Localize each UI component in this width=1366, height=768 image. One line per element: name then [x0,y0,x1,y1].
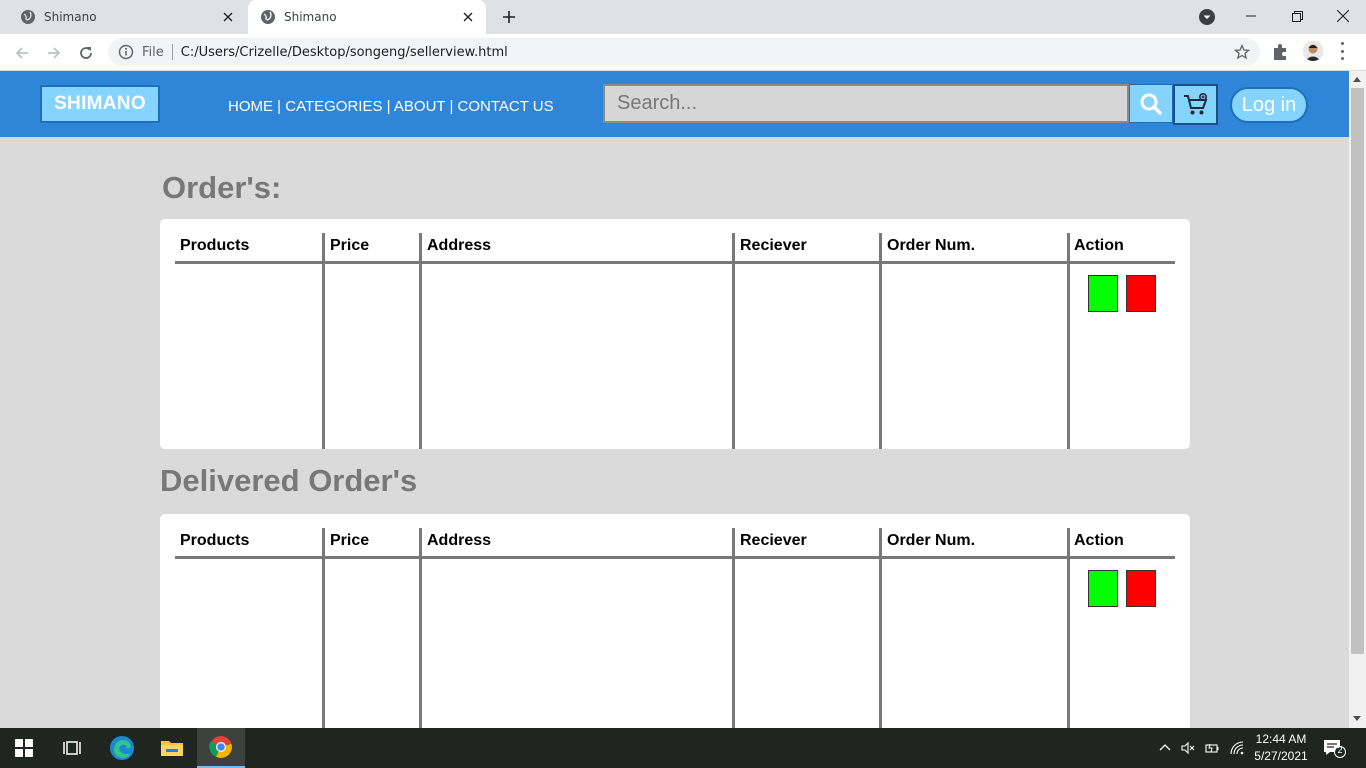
show-hidden-icons-chevron-icon[interactable] [1157,740,1173,756]
taskbar-file-explorer[interactable] [148,728,196,768]
cart-button[interactable] [1173,84,1218,125]
windows-taskbar: 12:44 AM 5/27/2021 2 [0,728,1366,768]
file-scheme-label: File [142,44,164,60]
start-button[interactable] [0,728,48,768]
approve-button[interactable] [1088,275,1118,312]
divider [171,44,173,60]
windows-logo-icon [15,739,33,757]
column-header-receiver: Reciever [740,532,807,549]
info-icon[interactable] [118,44,134,60]
main-nav: HOME | CATEGORIES | ABOUT | CONTACT US [228,98,554,115]
folder-icon [161,741,183,756]
action-center-button[interactable]: 2 [1322,738,1346,758]
browser-tab-2-active[interactable]: Shimano [248,0,486,34]
taskbar-chrome[interactable] [197,728,245,768]
orders-table: Products Price Address Reciever Order Nu… [160,219,1190,449]
chrome-icon [209,736,232,758]
column-divider [879,528,882,728]
nav-link-contact[interactable]: CONTACT US [458,98,554,115]
column-header-receiver: Reciever [740,237,807,254]
tab-title: Shimano [44,10,97,24]
window-close-button[interactable] [1320,0,1366,32]
globe-icon [21,10,35,24]
nav-separator: | [273,98,286,115]
browser-toolbar: File C:/Users/Crizelle/Desktop/songeng/s… [0,34,1366,71]
column-header-address: Address [427,532,492,549]
column-divider [732,528,735,728]
page-scrollbar[interactable] [1349,71,1366,728]
column-divider [419,528,422,728]
extensions-puzzle-icon[interactable] [1270,42,1290,62]
search-input[interactable]: Search... [603,84,1129,123]
shopping-cart-icon [1183,92,1207,114]
back-button[interactable] [9,40,35,66]
column-header-order-num: Order Num. [887,532,976,549]
browser-tab-1[interactable]: Shimano [8,0,246,34]
site-logo[interactable]: SHIMANO [40,85,160,123]
address-bar[interactable]: File C:/Users/Crizelle/Desktop/songeng/s… [108,38,1260,66]
column-divider [1067,528,1070,728]
column-header-address: Address [427,237,492,254]
task-view-icon [63,741,81,755]
nav-link-categories[interactable]: CATEGORIES [285,98,382,115]
reload-button[interactable] [73,40,99,66]
browser-menu-icon[interactable] [1338,42,1346,60]
login-button[interactable]: Log in [1230,87,1308,123]
column-header-action: Action [1074,237,1124,254]
column-divider [879,233,882,449]
volume-muted-icon[interactable] [1180,740,1196,756]
column-divider [322,528,325,728]
forward-button[interactable] [41,40,67,66]
reject-button[interactable] [1126,275,1156,312]
close-tab-icon[interactable] [218,7,238,27]
search-button[interactable] [1129,84,1173,123]
new-tab-button[interactable] [498,6,520,28]
url-text[interactable]: C:/Users/Crizelle/Desktop/songeng/seller… [181,45,508,60]
column-divider [732,233,735,449]
task-view-button[interactable] [48,728,96,768]
restore-button[interactable] [1274,0,1320,32]
column-divider [419,233,422,449]
orders-heading: Order's: [162,170,282,205]
column-header-products: Products [180,237,250,254]
search-icon [1140,93,1162,115]
clock-date: 5/27/2021 [1254,749,1308,763]
battery-icon[interactable] [1204,740,1220,756]
globe-icon [261,10,275,24]
column-header-order-num: Order Num. [887,237,976,254]
approve-button[interactable] [1088,570,1118,607]
tab-strip: Shimano Shimano [0,0,1366,34]
column-divider [1067,233,1070,449]
delivered-orders-table: Products Price Address Reciever Order Nu… [160,514,1190,728]
bookmark-star-icon[interactable] [1234,44,1250,60]
nav-link-home[interactable]: HOME [228,98,273,115]
system-clock[interactable]: 12:44 AM 5/27/2021 [1250,731,1312,765]
nav-separator: | [382,98,394,115]
notification-count: 2 [1337,745,1343,755]
nav-separator: | [445,98,458,115]
column-header-price: Price [330,237,370,254]
column-divider [322,233,325,449]
column-header-price: Price [330,532,370,549]
column-header-products: Products [180,532,250,549]
scroll-up-arrow-icon[interactable] [1353,77,1361,82]
minimize-button[interactable] [1228,0,1274,32]
tab-search-icon[interactable] [1197,7,1217,27]
reject-button[interactable] [1126,570,1156,607]
tab-title: Shimano [284,10,337,24]
network-wifi-icon[interactable] [1229,740,1245,756]
edge-browser-icon [110,736,134,760]
scroll-thumb[interactable] [1351,88,1364,654]
scroll-down-arrow-icon[interactable] [1353,716,1361,721]
taskbar-edge[interactable] [98,728,146,768]
clock-time: 12:44 AM [1255,732,1307,746]
column-header-action: Action [1074,532,1124,549]
site-header: SHIMANO HOME | CATEGORIES | ABOUT | CONT… [0,71,1349,137]
close-tab-icon[interactable] [458,7,478,27]
delivered-orders-heading: Delivered Order's [160,463,418,498]
table-header-row [175,514,1175,559]
profile-avatar[interactable] [1303,41,1323,61]
nav-link-about[interactable]: ABOUT [394,98,445,115]
table-header-row [175,219,1175,264]
